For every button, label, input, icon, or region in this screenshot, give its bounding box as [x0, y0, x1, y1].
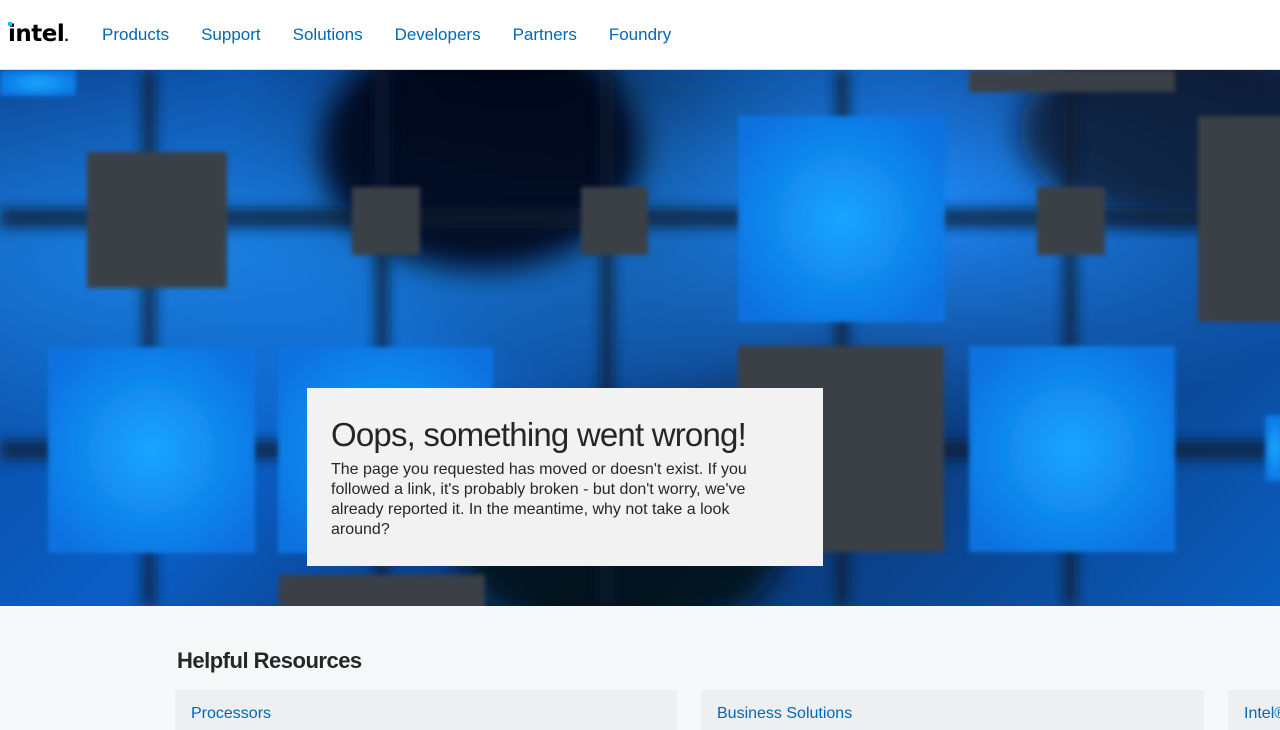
resource-link-business-solutions[interactable]: Business Solutions: [717, 705, 852, 722]
nav-support[interactable]: Support: [201, 24, 261, 46]
error-title: Oops, something went wrong!: [331, 416, 747, 453]
resource-card-processors[interactable]: Processors: [175, 690, 677, 730]
logo-wordmark: intel: [8, 21, 65, 47]
resource-link-processors[interactable]: Processors: [191, 705, 271, 722]
intel-logo[interactable]: intel.: [8, 20, 69, 51]
helpful-resources-heading: Helpful Resources: [177, 648, 362, 673]
resource-card-intel[interactable]: Intel®: [1228, 690, 1280, 730]
nav-partners[interactable]: Partners: [513, 24, 577, 46]
main-nav: Products Support Solutions Developers Pa…: [102, 24, 703, 46]
resource-link-intel[interactable]: Intel®: [1244, 705, 1280, 722]
hero-banner: Oops, something went wrong! The page you…: [0, 70, 1280, 606]
nav-products[interactable]: Products: [102, 24, 169, 46]
logo-dot-icon: [8, 22, 12, 26]
nav-foundry[interactable]: Foundry: [609, 24, 671, 46]
error-card: Oops, something went wrong! The page you…: [307, 388, 823, 566]
site-header: intel. Products Support Solutions Develo…: [0, 0, 1280, 70]
error-message: The page you requested has moved or does…: [331, 461, 747, 538]
nav-solutions[interactable]: Solutions: [293, 24, 363, 46]
resource-card-business-solutions[interactable]: Business Solutions: [701, 690, 1204, 730]
nav-developers[interactable]: Developers: [395, 24, 481, 46]
